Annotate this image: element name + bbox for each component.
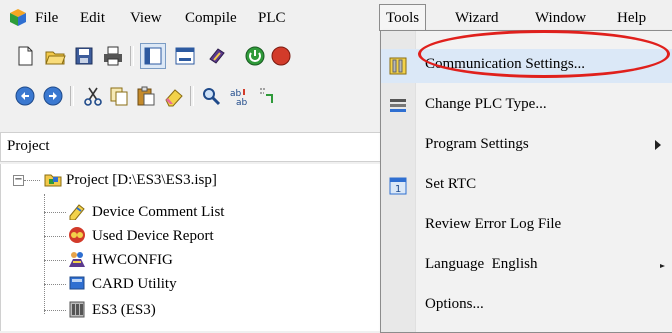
menu-help[interactable]: Help <box>617 8 646 28</box>
change-plc-icon <box>390 99 406 112</box>
menu-view[interactable]: View <box>130 8 162 28</box>
hwconfig-icon <box>69 252 85 267</box>
tree-connector <box>44 284 66 285</box>
menu-item-language[interactable]: Language English <box>381 249 672 283</box>
tree-connector <box>44 310 66 311</box>
menu-item-review-error-log[interactable]: Review Error Log File <box>381 209 672 243</box>
cut-icon[interactable] <box>82 85 104 107</box>
tree-connector <box>44 212 66 213</box>
tree-collapse-toggle[interactable]: − <box>13 175 24 186</box>
calendar-icon: 1 <box>389 177 407 195</box>
submenu-arrow-icon <box>655 140 661 150</box>
card-utility-icon <box>69 276 85 290</box>
submenu-arrow-icon <box>660 264 665 268</box>
tree-connector <box>44 260 66 261</box>
menu-item-options[interactable]: Options... <box>381 289 672 323</box>
tree-connector <box>44 236 66 237</box>
toolbar-separator <box>130 46 134 66</box>
toolbar-separator <box>70 86 74 106</box>
tree-item-project-root[interactable]: Project [D:\ES3\ES3.isp] <box>66 170 217 190</box>
plc-run-icon[interactable] <box>244 45 266 67</box>
menu-bar: File Edit View Compile PLC Tools Wizard … <box>0 0 672 34</box>
communication-icon <box>389 57 407 75</box>
device-icon[interactable] <box>206 45 228 67</box>
tree-item-hwconfig[interactable]: HWCONFIG <box>92 250 173 270</box>
menu-wizard[interactable]: Wizard <box>455 8 499 28</box>
project-folder-icon <box>44 174 62 187</box>
menu-plc[interactable]: PLC <box>258 8 286 28</box>
menu-item-set-rtc[interactable]: 1 Set RTC <box>381 169 672 203</box>
undo-icon[interactable] <box>14 85 36 107</box>
menu-window[interactable]: Window <box>535 8 586 28</box>
project-panel-header: Project <box>0 132 382 162</box>
device-report-icon <box>69 227 85 243</box>
menu-compile[interactable]: Compile <box>185 8 237 28</box>
tree-item-es3[interactable]: ES3 (ES3) <box>92 300 156 320</box>
save-icon[interactable] <box>73 45 95 67</box>
search-icon[interactable] <box>200 85 222 107</box>
menu-file[interactable]: File <box>35 8 58 28</box>
tree-item-card-utility[interactable]: CARD Utility <box>92 274 177 294</box>
svg-text:ab: ab <box>236 98 248 107</box>
window-icon[interactable] <box>174 45 196 67</box>
print-icon[interactable] <box>102 45 124 67</box>
tree-item-device-comment-list[interactable]: Device Comment List <box>92 202 224 222</box>
replace-icon[interactable]: abab <box>228 85 250 107</box>
tree-item-used-device-report[interactable]: Used Device Report <box>92 226 214 246</box>
menu-edit[interactable]: Edit <box>80 8 105 28</box>
new-file-icon[interactable] <box>14 45 36 67</box>
menu-tools[interactable]: Tools <box>379 4 427 31</box>
menu-item-change-plc-type[interactable]: Change PLC Type... <box>381 89 672 123</box>
svg-text:1: 1 <box>395 184 401 195</box>
redo-icon[interactable] <box>42 85 64 107</box>
copy-icon[interactable] <box>108 85 130 107</box>
app-logo-icon <box>10 9 26 26</box>
edit-toolbar: ab ab <box>0 76 388 114</box>
comment-list-icon <box>69 204 85 220</box>
paste-icon[interactable] <box>135 85 157 107</box>
annotation-highlight-circle <box>418 30 670 78</box>
plc-device-icon <box>69 301 85 318</box>
tree-connector <box>24 180 40 181</box>
open-folder-icon[interactable] <box>44 45 66 67</box>
plc-stop-icon[interactable] <box>270 45 292 67</box>
menu-item-program-settings[interactable]: Program Settings <box>381 129 672 163</box>
project-panel-title: Project <box>7 138 50 154</box>
toolbar-separator <box>190 86 194 106</box>
eraser-icon[interactable] <box>163 85 185 107</box>
main-toolbar <box>0 36 388 74</box>
goto-icon[interactable] <box>256 85 278 107</box>
layout-icon[interactable] <box>140 43 166 69</box>
